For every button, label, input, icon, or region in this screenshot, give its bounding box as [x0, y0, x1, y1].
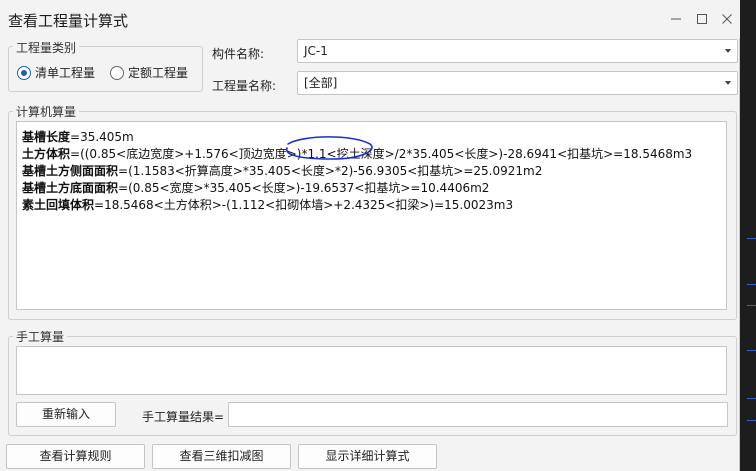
radio-norm-quantity[interactable]: 定额工程量: [110, 64, 188, 81]
formula-line: 基槽土方侧面面积=(1.1583<折算高度>*35.405<长度>*2)-56.…: [22, 162, 542, 179]
radio-bill-quantity-label: 清单工程量: [35, 66, 96, 80]
background-app-strip: [740, 0, 756, 471]
background-mark: [747, 350, 756, 351]
quantity-name-label: 工程量名称:: [212, 79, 277, 93]
radio-bill-quantity[interactable]: 清单工程量: [17, 64, 95, 81]
formula-line: 基槽土方底面面积=(0.85<宽度>*35.405<长度>)-19.6537<扣…: [22, 179, 489, 196]
radio-checked-icon: [17, 65, 31, 80]
close-button[interactable]: [713, 6, 741, 32]
computed-legend: 计算机算量: [13, 103, 80, 120]
component-name-select[interactable]: JC-1: [297, 39, 738, 63]
reenter-button[interactable]: 重新输入: [16, 402, 116, 427]
manual-result-field[interactable]: [228, 402, 728, 427]
quantity-name-value: [全部]: [304, 76, 338, 90]
component-name-value: JC-1: [304, 44, 328, 58]
manual-formula-input[interactable]: [16, 346, 727, 395]
title-bar: 查看工程量计算式: [0, 0, 740, 38]
formula-name: 基槽土方侧面面积: [22, 164, 119, 178]
radio-norm-quantity-label: 定额工程量: [128, 66, 189, 80]
window-title: 查看工程量计算式: [8, 12, 129, 30]
radio-unchecked-icon: [110, 65, 124, 80]
formula-line: 基槽长度=35.405m: [22, 128, 134, 145]
background-mark: [747, 420, 756, 421]
background-mark: [747, 284, 756, 285]
formula-expression: =18.5468<土方体积>-(1.112<扣砌体墙>+2.4325<扣梁>)=…: [94, 198, 514, 212]
formula-name: 素土回填体积: [22, 198, 95, 212]
formula-line: 土方体积=((0.85<底边宽度>+1.576<顶边宽度>)*1.1<挖土深度>…: [22, 145, 692, 162]
maximize-icon: [697, 14, 707, 24]
background-mark: [747, 238, 756, 239]
formula-name: 基槽土方底面面积: [22, 181, 119, 195]
chevron-down-icon: [725, 49, 731, 53]
quantity-formula-dialog: 查看工程量计算式 工程量类别 清单工程量 定额工程量 构件名称: JC-1 工程…: [0, 0, 740, 471]
view-rules-button[interactable]: 查看计算规则: [6, 444, 145, 469]
manual-result-label: 手工算量结果=: [142, 410, 225, 424]
formula-expression: =35.405m: [70, 130, 134, 144]
quantity-type-legend: 工程量类别: [13, 39, 80, 56]
component-name-label: 构件名称:: [212, 47, 265, 61]
show-detailed-formula-button[interactable]: 显示详细计算式: [298, 444, 437, 469]
formula-name: 土方体积: [22, 147, 71, 161]
computed-formula-box[interactable]: 基槽长度=35.405m 土方体积=((0.85<底边宽度>+1.576<顶边宽…: [16, 121, 727, 310]
view-3d-deduction-button[interactable]: 查看三维扣减图: [152, 444, 291, 469]
minimize-icon: [671, 18, 681, 20]
formula-expression: =((0.85<底边宽度>+1.576<顶边宽度>)*1.1<挖土深度>/2*3…: [70, 147, 693, 161]
formula-expression: =(1.1583<折算高度>*35.405<长度>*2)-56.9305<扣基坑…: [118, 164, 543, 178]
quantity-name-select[interactable]: [全部]: [297, 71, 738, 95]
background-mark: [747, 305, 756, 306]
formula-line: 素土回填体积=18.5468<土方体积>-(1.112<扣砌体墙>+2.4325…: [22, 196, 513, 213]
maximize-button[interactable]: [688, 6, 716, 32]
formula-expression: =(0.85<宽度>*35.405<长度>)-19.6537<扣基坑>=10.4…: [118, 181, 490, 195]
formula-name: 基槽长度: [22, 130, 71, 144]
background-mark: [747, 398, 756, 399]
close-icon: [722, 14, 732, 24]
manual-legend: 手工算量: [13, 328, 68, 345]
minimize-button[interactable]: [662, 6, 690, 32]
chevron-down-icon: [725, 81, 731, 85]
